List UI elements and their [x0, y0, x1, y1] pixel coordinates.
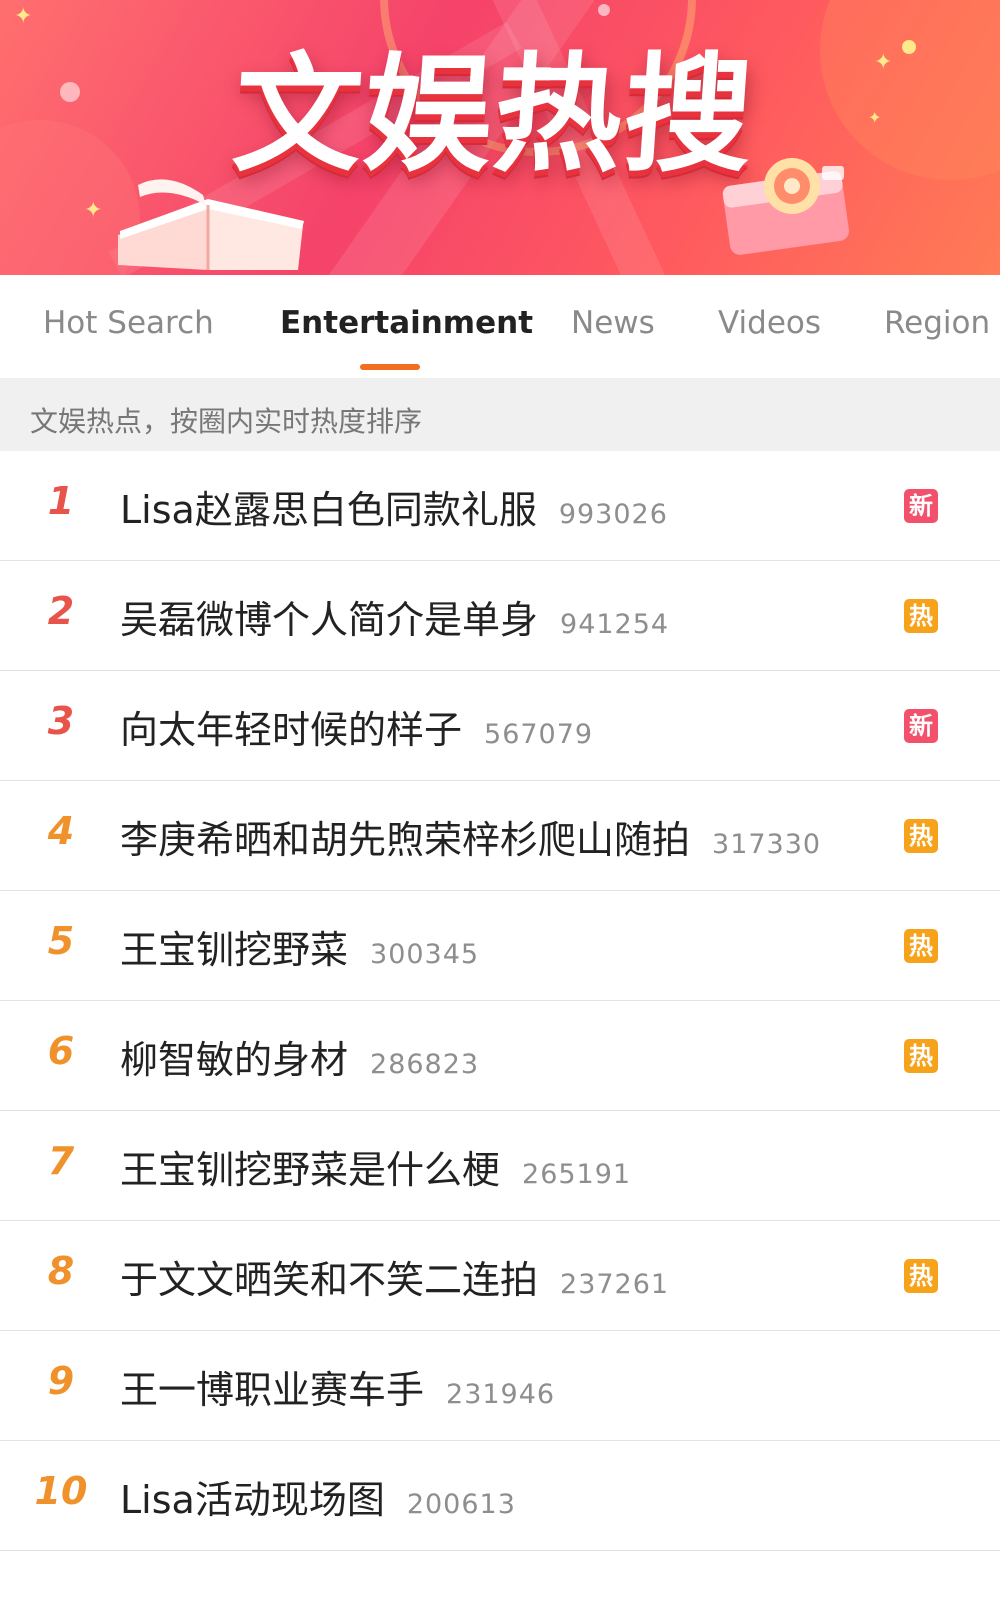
- item-title[interactable]: 柳智敏的身材: [120, 1029, 348, 1084]
- item-title-group: 向太年轻时候的样子 567079: [120, 699, 593, 754]
- rank-number: 1: [47, 479, 75, 523]
- list-item[interactable]: 7 王宝钏挖野菜是什么梗 265191: [0, 1111, 1000, 1221]
- hot-badge: 热: [904, 599, 938, 633]
- item-title-group: 柳智敏的身材 286823: [120, 1029, 479, 1084]
- tab-entertainment[interactable]: Entertainment: [280, 305, 533, 341]
- heat-count: 941254: [560, 609, 670, 640]
- rank-number: 9: [47, 1359, 75, 1403]
- item-title[interactable]: 吴磊微博个人简介是单身: [120, 589, 538, 644]
- item-title-group: 王一博职业赛车手 231946: [120, 1359, 555, 1414]
- item-title[interactable]: 向太年轻时候的样子: [120, 699, 462, 754]
- item-title-group: Lisa赵露思白色同款礼服 993026: [120, 479, 668, 534]
- banner-title: 文娱热搜: [228, 40, 760, 190]
- heat-count: 265191: [522, 1159, 632, 1190]
- list-item[interactable]: 5 王宝钏挖野菜 300345 热: [0, 891, 1000, 1001]
- heat-count: 993026: [558, 499, 668, 530]
- tab-news[interactable]: News: [571, 305, 655, 341]
- heat-count: 317330: [712, 829, 822, 860]
- heat-count: 567079: [484, 719, 594, 750]
- sparkle-icon: ✦: [84, 198, 103, 223]
- new-badge: 新: [904, 709, 938, 743]
- rank-number: 7: [47, 1139, 75, 1183]
- tab-videos[interactable]: Videos: [718, 305, 821, 341]
- rank-number: 5: [47, 919, 75, 963]
- list-item[interactable]: 2 吴磊微博个人简介是单身 941254 热: [0, 561, 1000, 671]
- rank-number: 2: [47, 589, 75, 633]
- sparkle-icon: ✦: [868, 108, 882, 127]
- item-title-group: 吴磊微博个人简介是单身 941254: [120, 589, 669, 644]
- list-item[interactable]: 4 李庚希晒和胡先煦荣梓杉爬山随拍 317330 热: [0, 781, 1000, 891]
- camera-icon: [722, 158, 850, 255]
- list-item[interactable]: 8 于文文晒笑和不笑二连拍 237261 热: [0, 1221, 1000, 1331]
- list-item[interactable]: 10 Lisa活动现场图 200613: [0, 1441, 1000, 1551]
- heat-count: 231946: [446, 1379, 556, 1410]
- new-badge: 新: [904, 489, 938, 523]
- hot-badge: 热: [904, 1039, 938, 1073]
- item-title-group: 王宝钏挖野菜 300345: [120, 919, 479, 974]
- item-title-group: 于文文晒笑和不笑二连拍 237261: [120, 1249, 669, 1304]
- hot-badge: 热: [904, 929, 938, 963]
- tab-hot-search[interactable]: Hot Search: [43, 305, 214, 341]
- trending-list: 1 Lisa赵露思白色同款礼服 993026 新 2 吴磊微博个人简介是单身 941254 热…: [0, 451, 1000, 1551]
- sparkle-icon: ✦: [14, 4, 33, 29]
- banner: ✦ ✦ ✦ ✦ 文娱热搜: [0, 0, 1000, 275]
- rank-number: 10: [34, 1469, 88, 1513]
- rank-number: 4: [47, 809, 75, 853]
- item-title[interactable]: 王宝钏挖野菜是什么梗: [120, 1139, 500, 1194]
- list-item[interactable]: 9 王一博职业赛车手 231946: [0, 1331, 1000, 1441]
- section-subtitle-bar: 文娱热点，按圈内实时热度排序: [0, 378, 1000, 451]
- hot-badge: 热: [904, 819, 938, 853]
- rank-number: 6: [47, 1029, 75, 1073]
- item-title[interactable]: Lisa活动现场图: [120, 1469, 385, 1524]
- item-title-group: Lisa活动现场图 200613: [120, 1469, 516, 1524]
- item-title[interactable]: 王一博职业赛车手: [120, 1359, 424, 1414]
- tab-bar: Hot Search Entertainment News Videos Reg…: [0, 275, 1000, 378]
- item-title[interactable]: Lisa赵露思白色同款礼服: [120, 479, 537, 534]
- item-title[interactable]: 王宝钏挖野菜: [120, 919, 348, 974]
- section-subtitle: 文娱热点，按圈内实时热度排序: [30, 405, 423, 438]
- rank-number: 8: [47, 1249, 75, 1293]
- hot-badge: 热: [904, 1259, 938, 1293]
- tab-region[interactable]: Region: [884, 305, 990, 341]
- rank-number: 3: [47, 699, 75, 743]
- heat-count: 200613: [406, 1489, 516, 1520]
- item-title[interactable]: 于文文晒笑和不笑二连拍: [120, 1249, 538, 1304]
- item-title[interactable]: 李庚希晒和胡先煦荣梓杉爬山随拍: [120, 809, 690, 864]
- heat-count: 300345: [370, 939, 480, 970]
- item-title-group: 李庚希晒和胡先煦荣梓杉爬山随拍 317330: [120, 809, 821, 864]
- sparkle-icon: ✦: [874, 50, 893, 75]
- heat-count: 286823: [370, 1049, 480, 1080]
- item-title-group: 王宝钏挖野菜是什么梗 265191: [120, 1139, 631, 1194]
- heat-count: 237261: [560, 1269, 670, 1300]
- list-item[interactable]: 6 柳智敏的身材 286823 热: [0, 1001, 1000, 1111]
- active-tab-indicator: [360, 364, 420, 370]
- list-item[interactable]: 1 Lisa赵露思白色同款礼服 993026 新: [0, 451, 1000, 561]
- list-item[interactable]: 3 向太年轻时候的样子 567079 新: [0, 671, 1000, 781]
